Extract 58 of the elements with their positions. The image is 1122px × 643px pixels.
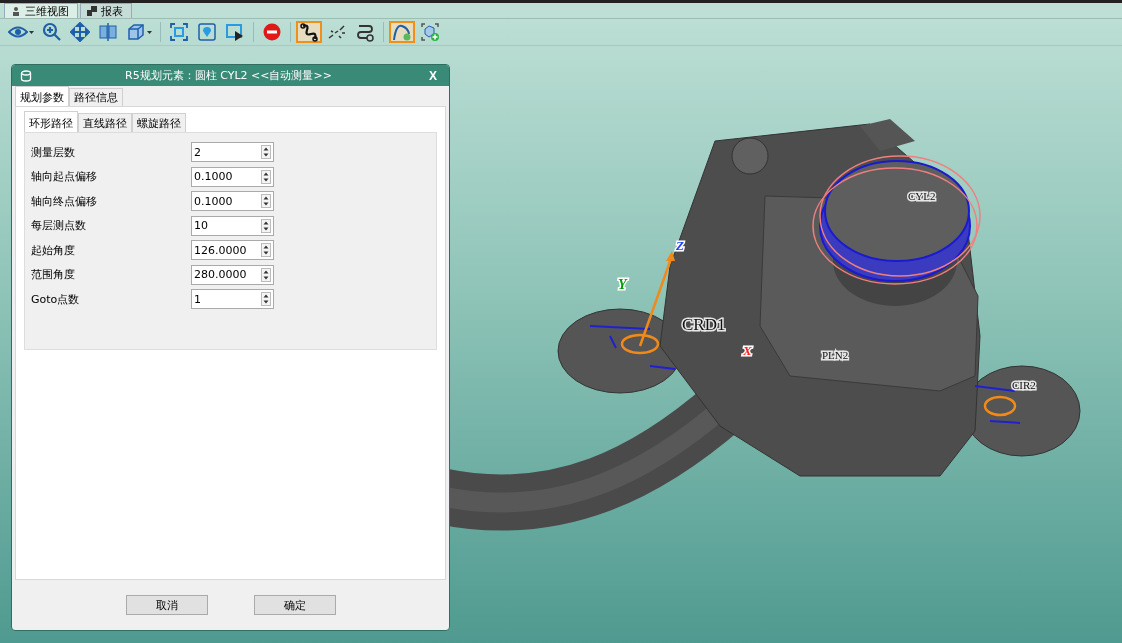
axis-label: Y [618, 277, 627, 292]
number-spin-field[interactable]: 10 [191, 215, 274, 236]
stop-icon [262, 22, 282, 42]
spin-arrows-button[interactable] [261, 194, 271, 209]
report-icon [87, 6, 97, 16]
cube-icon [126, 22, 146, 42]
axis-label: X [743, 343, 752, 358]
tab[interactable]: 环形路径 [24, 111, 78, 132]
caret-icon [147, 29, 152, 35]
view-tab[interactable]: 报表 [80, 3, 132, 18]
axis-label: Z [676, 238, 684, 253]
tab[interactable]: 螺旋路径 [132, 113, 186, 132]
dialog-title: R5规划元素：圆柱 CYL2 <<自动测量>> [124, 68, 333, 83]
move-button[interactable] [67, 21, 93, 43]
spin-arrows-button[interactable] [261, 292, 271, 307]
number-spin-field[interactable]: 0.1000 [191, 191, 274, 212]
view-tab[interactable]: 三维视图 [4, 3, 78, 18]
cube-add-icon [420, 22, 440, 42]
screen-play-icon [225, 22, 245, 42]
spin-arrows-button[interactable] [261, 145, 271, 160]
spin-arrows-button[interactable] [261, 218, 271, 233]
location-pin-icon [197, 22, 217, 42]
caret-icon [29, 29, 34, 35]
number-spin-field[interactable]: 1 [191, 289, 274, 310]
curve-icon [392, 22, 412, 42]
move-icon [70, 22, 90, 42]
feature-label: PLN2 [822, 349, 849, 361]
number-spin-field[interactable]: 280.0000 [191, 264, 274, 285]
field-label: Goto点数 [31, 291, 81, 307]
section-view-icon [98, 22, 118, 42]
feature-label: CIR2 [1012, 379, 1036, 391]
tab[interactable]: 路径信息 [69, 88, 123, 106]
scatter-path-icon [327, 22, 347, 42]
dialog-button[interactable]: 取消 [125, 595, 208, 615]
field-label: 轴向起点偏移 [31, 169, 98, 185]
spin-arrows-button[interactable] [261, 169, 271, 184]
dialog-button[interactable]: 确定 [253, 595, 336, 615]
spin-arrows-button[interactable] [261, 243, 271, 258]
number-spin-field[interactable]: 0.1000 [191, 166, 274, 187]
path-gear-icon [355, 22, 375, 42]
field-label: 轴向终点偏移 [31, 193, 98, 209]
field-label: 测量层数 [31, 144, 76, 160]
field-label: 范围角度 [31, 267, 76, 283]
close-button[interactable]: X [425, 68, 441, 83]
figure-icon [11, 6, 21, 16]
tab[interactable]: 规划参数 [15, 86, 69, 106]
field-label: 每层测点数 [31, 218, 87, 234]
spin-arrows-button[interactable] [261, 267, 271, 282]
field-label: 起始角度 [31, 242, 76, 258]
path-icon [299, 22, 319, 42]
path-button[interactable] [296, 21, 322, 43]
number-spin-field[interactable]: 126.0000 [191, 240, 274, 261]
number-spin-field[interactable]: 2 [191, 142, 274, 163]
fit-view-icon [169, 22, 189, 42]
cylinder-icon [20, 69, 32, 82]
zoom-in-icon [42, 22, 62, 42]
curve-button[interactable] [389, 21, 415, 43]
tab[interactable]: 直线路径 [78, 113, 132, 132]
